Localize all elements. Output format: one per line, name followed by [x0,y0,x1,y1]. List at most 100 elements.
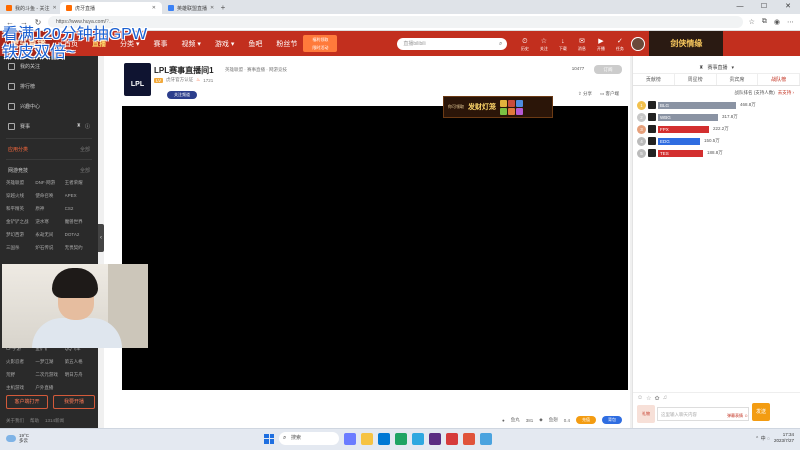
search-input[interactable]: 直播bilibili ⌕ [397,37,508,50]
share-button[interactable]: ⇪ 分享 [578,91,592,97]
taskbar-app-icon[interactable] [412,432,424,445]
close-tab-icon[interactable]: ✕ [210,5,214,11]
info-icon[interactable]: ⓘ [85,123,90,130]
category-link[interactable]: 火影忍者 [6,357,33,366]
header-ad-banner[interactable]: 剑侠情缘 [649,31,724,56]
category-link[interactable]: 和平精英 [6,204,33,213]
client-button[interactable]: ▭ 客户端 [600,91,619,97]
danmu-emoji-button[interactable]: 弹幕表情 ☺ [727,413,748,419]
team-rank-row[interactable]: 2 WBG 317.8万 [637,112,796,122]
category-link[interactable]: 原神 [35,204,62,213]
follow-channel-button[interactable]: 关注频道 [167,91,197,99]
category-link[interactable]: 梦幻西游 [6,230,33,239]
browser-tab[interactable]: 我的斗鱼 - 关注 ✕ [0,2,60,14]
category-link[interactable]: 明日方舟 [65,370,92,379]
nav-video[interactable]: 视频 ▾ [177,39,204,49]
taskbar-app-icon[interactable] [344,432,356,445]
category-link[interactable]: 无畏契约 [65,243,92,252]
tab-vip[interactable]: 贵宾席 [717,74,759,85]
task-button[interactable]: ✓ 任务 [612,37,627,51]
taskbar-search[interactable]: 搜索 [279,432,339,445]
category-link[interactable]: 永劫无间 [35,230,62,239]
nav-games[interactable]: 游戏 ▾ [211,39,238,49]
category-link[interactable]: 魔兽世界 [65,217,92,226]
tab-team-ranking[interactable]: 战队榜 [758,74,800,85]
sidebar-item-interest[interactable]: 兴趣中心 [0,96,98,116]
extensions-icon[interactable]: ⧉ [762,18,767,26]
nav-events[interactable]: 赛事 [149,39,171,49]
send-button[interactable]: 发送 [752,403,770,421]
profile-icon[interactable]: ◉ [774,18,780,26]
search-icon[interactable]: ⌕ [499,38,502,50]
nav-fan-festival[interactable]: 粉丝节 [272,39,301,49]
category-link[interactable]: 一梦江湖 [35,357,62,366]
video-player[interactable] [122,106,628,390]
category-link[interactable]: 炉石传说 [35,243,62,252]
smile-icon[interactable]: ☺ [637,395,643,402]
recharge-button[interactable]: 充值 [576,416,596,424]
lantern-reward-banner[interactable]: 你可领取 发财灯笼 [443,96,553,118]
team-rank-row[interactable]: 1 BLG 468.8万 [637,100,796,110]
subscribe-button[interactable]: 订阅 [594,65,622,74]
weather-widget[interactable]: 19°C 多云 [6,433,29,444]
open-client-button[interactable]: 客户端打开 [6,395,48,409]
category-link[interactable]: 主机游戏 [6,383,33,392]
url-input[interactable]: https://www.huya.com/?... [48,16,743,28]
category-link[interactable] [65,383,92,392]
taskbar-app-icon[interactable] [361,432,373,445]
close-window-button[interactable]: ✕ [776,0,800,14]
taskbar-app-icon[interactable] [429,432,441,445]
browser-tab-active[interactable]: 虎牙直播 ✕ [60,2,162,14]
tab-contribution[interactable]: 贡献榜 [633,74,675,85]
taskbar-app-icon[interactable] [446,432,458,445]
taskbar-app-icon[interactable] [480,432,492,445]
maximize-button[interactable]: ☐ [752,0,776,14]
category-link[interactable]: 穿越火线 [6,191,33,200]
gift-icon[interactable]: ✿ [655,395,660,402]
menu-icon[interactable]: ⋯ [787,18,794,26]
category-link[interactable]: DNF·网游 [35,178,62,187]
taskbar-app-icon[interactable] [395,432,407,445]
message-button[interactable]: ✉ 消息 [574,37,589,51]
download-button[interactable]: ↓ 下载 [555,37,570,51]
backpack-button[interactable]: 背包 [602,416,622,424]
taskbar-app-icon[interactable] [378,432,390,445]
team-rank-row[interactable]: 3 FPX 222.2万 [637,124,796,134]
category-link[interactable]: CS2 [65,204,92,213]
tray-icons[interactable]: ⌃ 中 ◌ [755,435,770,442]
minimize-button[interactable]: — [728,0,752,14]
tab-weekly-star[interactable]: 周星榜 [675,74,717,85]
sidebar-item-events[interactable]: 赛事 ♜ ⓘ [0,116,98,136]
category-link[interactable]: 英雄联盟 [6,178,33,187]
category-link[interactable]: 三国杀 [6,243,33,252]
go-live-button[interactable]: ▶ 开播 [593,37,608,51]
close-tab-icon[interactable]: ✕ [52,5,56,11]
chevron-down-icon[interactable]: ▾ [731,65,734,71]
support-link[interactable]: 去支持 › [778,90,794,96]
user-avatar[interactable] [631,36,646,51]
bell-icon[interactable]: ♫ [663,395,668,402]
follow-button[interactable]: ☆ 关注 [536,37,551,51]
star-icon[interactable]: ☆ [749,18,755,26]
category-link[interactable]: 户外直播 [35,383,62,392]
promo-badge[interactable]: 福利领取 限时活动 [303,35,338,52]
category-link[interactable]: 使命召唤 [35,191,62,200]
start-broadcast-button[interactable]: 我要开播 [53,395,95,409]
category-link[interactable]: 金铲铲之战 [6,217,33,226]
history-button[interactable]: ⏲ 历史 [517,37,532,51]
browser-tab[interactable]: 英雄联盟直播 ✕ [162,2,218,14]
close-tab-icon[interactable]: ✕ [152,5,156,11]
taskbar-app-icon[interactable] [463,432,475,445]
sidebar-item-ranking[interactable]: 排行榜 [0,76,98,96]
category-link[interactable]: APEX [65,191,92,200]
team-rank-row[interactable]: 5 TES 188.8万 [637,148,796,158]
category-link[interactable]: 第五人格 [65,357,92,366]
clock[interactable]: 17:34 2023/7/27 [774,432,794,444]
category-link[interactable]: DOTA2 [65,230,92,239]
room-category[interactable]: 英雄联盟 · 赛事直播 · 网游竞技 [225,67,287,73]
channel-logo[interactable]: LPL [124,63,151,96]
team-rank-row[interactable]: 4 EDG 150.5万 [637,136,796,146]
category-link[interactable]: 二次元游戏 [35,370,62,379]
nav-forum[interactable]: 鱼吧 [244,39,266,49]
gift-box-button[interactable]: 礼物 [637,405,655,423]
